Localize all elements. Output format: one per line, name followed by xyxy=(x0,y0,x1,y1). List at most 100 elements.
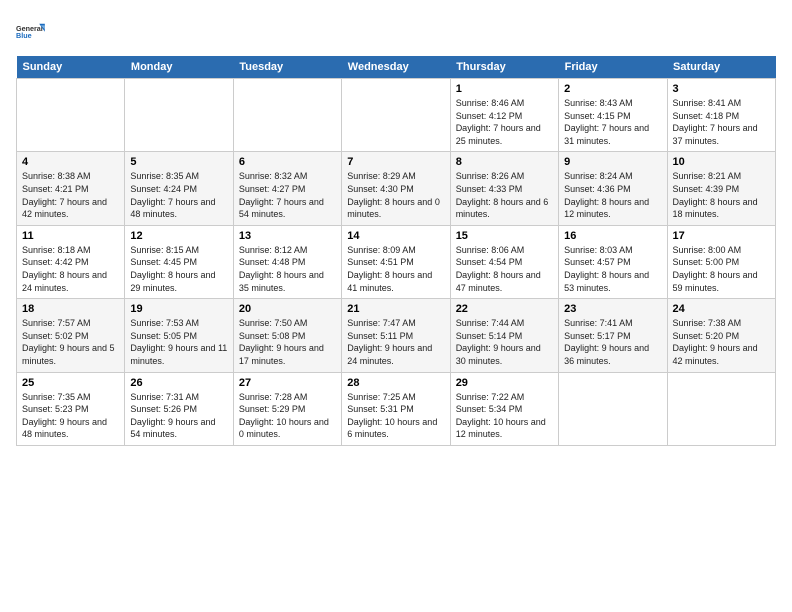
day-number: 1 xyxy=(456,83,553,95)
day-info: Sunrise: 7:28 AM Sunset: 5:29 PM Dayligh… xyxy=(239,391,336,441)
calendar-cell: 2 Sunrise: 8:43 AM Sunset: 4:15 PM Daylig… xyxy=(559,79,667,152)
col-header-saturday: Saturday xyxy=(667,56,775,79)
day-number: 19 xyxy=(130,303,227,315)
calendar-week-row: 11 Sunrise: 8:18 AM Sunset: 4:42 PM Dayli… xyxy=(17,225,776,298)
header-row: GeneralBlue xyxy=(16,16,776,48)
calendar-cell: 7 Sunrise: 8:29 AM Sunset: 4:30 PM Daylig… xyxy=(342,152,450,225)
day-info: Sunrise: 7:44 AM Sunset: 5:14 PM Dayligh… xyxy=(456,317,553,367)
calendar-cell: 19 Sunrise: 7:53 AM Sunset: 5:05 PM Dayli… xyxy=(125,299,233,372)
day-info: Sunrise: 8:43 AM Sunset: 4:15 PM Dayligh… xyxy=(564,97,661,147)
col-header-tuesday: Tuesday xyxy=(233,56,341,79)
calendar-cell xyxy=(342,79,450,152)
day-info: Sunrise: 7:38 AM Sunset: 5:20 PM Dayligh… xyxy=(673,317,770,367)
calendar-cell: 22 Sunrise: 7:44 AM Sunset: 5:14 PM Dayli… xyxy=(450,299,558,372)
day-number: 10 xyxy=(673,156,770,168)
day-info: Sunrise: 8:29 AM Sunset: 4:30 PM Dayligh… xyxy=(347,170,444,220)
day-info: Sunrise: 8:03 AM Sunset: 4:57 PM Dayligh… xyxy=(564,244,661,294)
day-info: Sunrise: 8:32 AM Sunset: 4:27 PM Dayligh… xyxy=(239,170,336,220)
day-info: Sunrise: 7:22 AM Sunset: 5:34 PM Dayligh… xyxy=(456,391,553,441)
page-container: GeneralBlue SundayMondayTuesdayWednesday… xyxy=(0,0,792,454)
calendar-cell: 25Sunrise: 7:35 AM Sunset: 5:23 PM Dayli… xyxy=(17,372,125,445)
day-number: 27 xyxy=(239,377,336,389)
day-number: 9 xyxy=(564,156,661,168)
calendar-cell: 11 Sunrise: 8:18 AM Sunset: 4:42 PM Dayli… xyxy=(17,225,125,298)
calendar-cell: 29 Sunrise: 7:22 AM Sunset: 5:34 PM Dayli… xyxy=(450,372,558,445)
calendar-cell: 4 Sunrise: 8:38 AM Sunset: 4:21 PM Daylig… xyxy=(17,152,125,225)
day-number: 15 xyxy=(456,230,553,242)
day-info: Sunrise: 8:41 AM Sunset: 4:18 PM Dayligh… xyxy=(673,97,770,147)
day-info: Sunrise: 7:35 AM Sunset: 5:23 PM Dayligh… xyxy=(22,391,119,441)
day-info: Sunrise: 8:18 AM Sunset: 4:42 PM Dayligh… xyxy=(22,244,119,294)
calendar-cell: 13 Sunrise: 8:12 AM Sunset: 4:48 PM Dayli… xyxy=(233,225,341,298)
day-number: 14 xyxy=(347,230,444,242)
day-info: Sunrise: 8:38 AM Sunset: 4:21 PM Dayligh… xyxy=(22,170,119,220)
calendar-week-row: 25Sunrise: 7:35 AM Sunset: 5:23 PM Dayli… xyxy=(17,372,776,445)
calendar-cell: 5 Sunrise: 8:35 AM Sunset: 4:24 PM Daylig… xyxy=(125,152,233,225)
day-number: 3 xyxy=(673,83,770,95)
col-header-wednesday: Wednesday xyxy=(342,56,450,79)
calendar-cell xyxy=(125,79,233,152)
day-info: Sunrise: 8:09 AM Sunset: 4:51 PM Dayligh… xyxy=(347,244,444,294)
col-header-sunday: Sunday xyxy=(17,56,125,79)
day-info: Sunrise: 8:46 AM Sunset: 4:12 PM Dayligh… xyxy=(456,97,553,147)
calendar-cell: 24 Sunrise: 7:38 AM Sunset: 5:20 PM Dayli… xyxy=(667,299,775,372)
day-number: 2 xyxy=(564,83,661,95)
day-info: Sunrise: 8:15 AM Sunset: 4:45 PM Dayligh… xyxy=(130,244,227,294)
calendar-cell: 1 Sunrise: 8:46 AM Sunset: 4:12 PM Daylig… xyxy=(450,79,558,152)
calendar-cell: 10 Sunrise: 8:21 AM Sunset: 4:39 PM Dayli… xyxy=(667,152,775,225)
day-number: 13 xyxy=(239,230,336,242)
calendar-cell xyxy=(667,372,775,445)
day-info: Sunrise: 8:21 AM Sunset: 4:39 PM Dayligh… xyxy=(673,170,770,220)
calendar-cell: 14 Sunrise: 8:09 AM Sunset: 4:51 PM Dayli… xyxy=(342,225,450,298)
day-number: 20 xyxy=(239,303,336,315)
calendar-cell: 6 Sunrise: 8:32 AM Sunset: 4:27 PM Daylig… xyxy=(233,152,341,225)
day-number: 23 xyxy=(564,303,661,315)
day-number: 8 xyxy=(456,156,553,168)
logo: GeneralBlue xyxy=(16,16,48,48)
day-info: Sunrise: 7:50 AM Sunset: 5:08 PM Dayligh… xyxy=(239,317,336,367)
calendar-cell: 8 Sunrise: 8:26 AM Sunset: 4:33 PM Daylig… xyxy=(450,152,558,225)
day-number: 6 xyxy=(239,156,336,168)
day-info: Sunrise: 7:25 AM Sunset: 5:31 PM Dayligh… xyxy=(347,391,444,441)
calendar-cell xyxy=(17,79,125,152)
calendar-week-row: 4 Sunrise: 8:38 AM Sunset: 4:21 PM Daylig… xyxy=(17,152,776,225)
calendar-cell: 20 Sunrise: 7:50 AM Sunset: 5:08 PM Dayli… xyxy=(233,299,341,372)
calendar-cell: 15Sunrise: 8:06 AM Sunset: 4:54 PM Dayli… xyxy=(450,225,558,298)
day-info: Sunrise: 7:57 AM Sunset: 5:02 PM Dayligh… xyxy=(22,317,119,367)
day-number: 29 xyxy=(456,377,553,389)
day-number: 12 xyxy=(130,230,227,242)
calendar-cell: 18Sunrise: 7:57 AM Sunset: 5:02 PM Dayli… xyxy=(17,299,125,372)
day-info: Sunrise: 8:12 AM Sunset: 4:48 PM Dayligh… xyxy=(239,244,336,294)
day-number: 7 xyxy=(347,156,444,168)
day-number: 4 xyxy=(22,156,119,168)
calendar-week-row: 18Sunrise: 7:57 AM Sunset: 5:02 PM Dayli… xyxy=(17,299,776,372)
day-number: 26 xyxy=(130,377,227,389)
day-info: Sunrise: 8:00 AM Sunset: 5:00 PM Dayligh… xyxy=(673,244,770,294)
calendar-cell: 27 Sunrise: 7:28 AM Sunset: 5:29 PM Dayli… xyxy=(233,372,341,445)
day-number: 24 xyxy=(673,303,770,315)
day-info: Sunrise: 7:31 AM Sunset: 5:26 PM Dayligh… xyxy=(130,391,227,441)
calendar-cell: 16 Sunrise: 8:03 AM Sunset: 4:57 PM Dayli… xyxy=(559,225,667,298)
day-number: 16 xyxy=(564,230,661,242)
day-info: Sunrise: 7:53 AM Sunset: 5:05 PM Dayligh… xyxy=(130,317,227,367)
day-info: Sunrise: 8:35 AM Sunset: 4:24 PM Dayligh… xyxy=(130,170,227,220)
day-number: 21 xyxy=(347,303,444,315)
day-info: Sunrise: 8:24 AM Sunset: 4:36 PM Dayligh… xyxy=(564,170,661,220)
calendar-cell: 21 Sunrise: 7:47 AM Sunset: 5:11 PM Dayli… xyxy=(342,299,450,372)
logo-icon: GeneralBlue xyxy=(16,16,48,48)
day-number: 22 xyxy=(456,303,553,315)
calendar-cell xyxy=(233,79,341,152)
calendar-cell: 23Sunrise: 7:41 AM Sunset: 5:17 PM Dayli… xyxy=(559,299,667,372)
calendar-cell xyxy=(559,372,667,445)
day-info: Sunrise: 7:47 AM Sunset: 5:11 PM Dayligh… xyxy=(347,317,444,367)
day-number: 11 xyxy=(22,230,119,242)
col-header-thursday: Thursday xyxy=(450,56,558,79)
day-number: 5 xyxy=(130,156,227,168)
calendar-cell: 28Sunrise: 7:25 AM Sunset: 5:31 PM Dayli… xyxy=(342,372,450,445)
svg-text:Blue: Blue xyxy=(16,31,32,40)
calendar-cell: 12 Sunrise: 8:15 AM Sunset: 4:45 PM Dayli… xyxy=(125,225,233,298)
calendar-cell: 26 Sunrise: 7:31 AM Sunset: 5:26 PM Dayli… xyxy=(125,372,233,445)
calendar-cell: 9 Sunrise: 8:24 AM Sunset: 4:36 PM Daylig… xyxy=(559,152,667,225)
day-number: 17 xyxy=(673,230,770,242)
day-info: Sunrise: 8:26 AM Sunset: 4:33 PM Dayligh… xyxy=(456,170,553,220)
